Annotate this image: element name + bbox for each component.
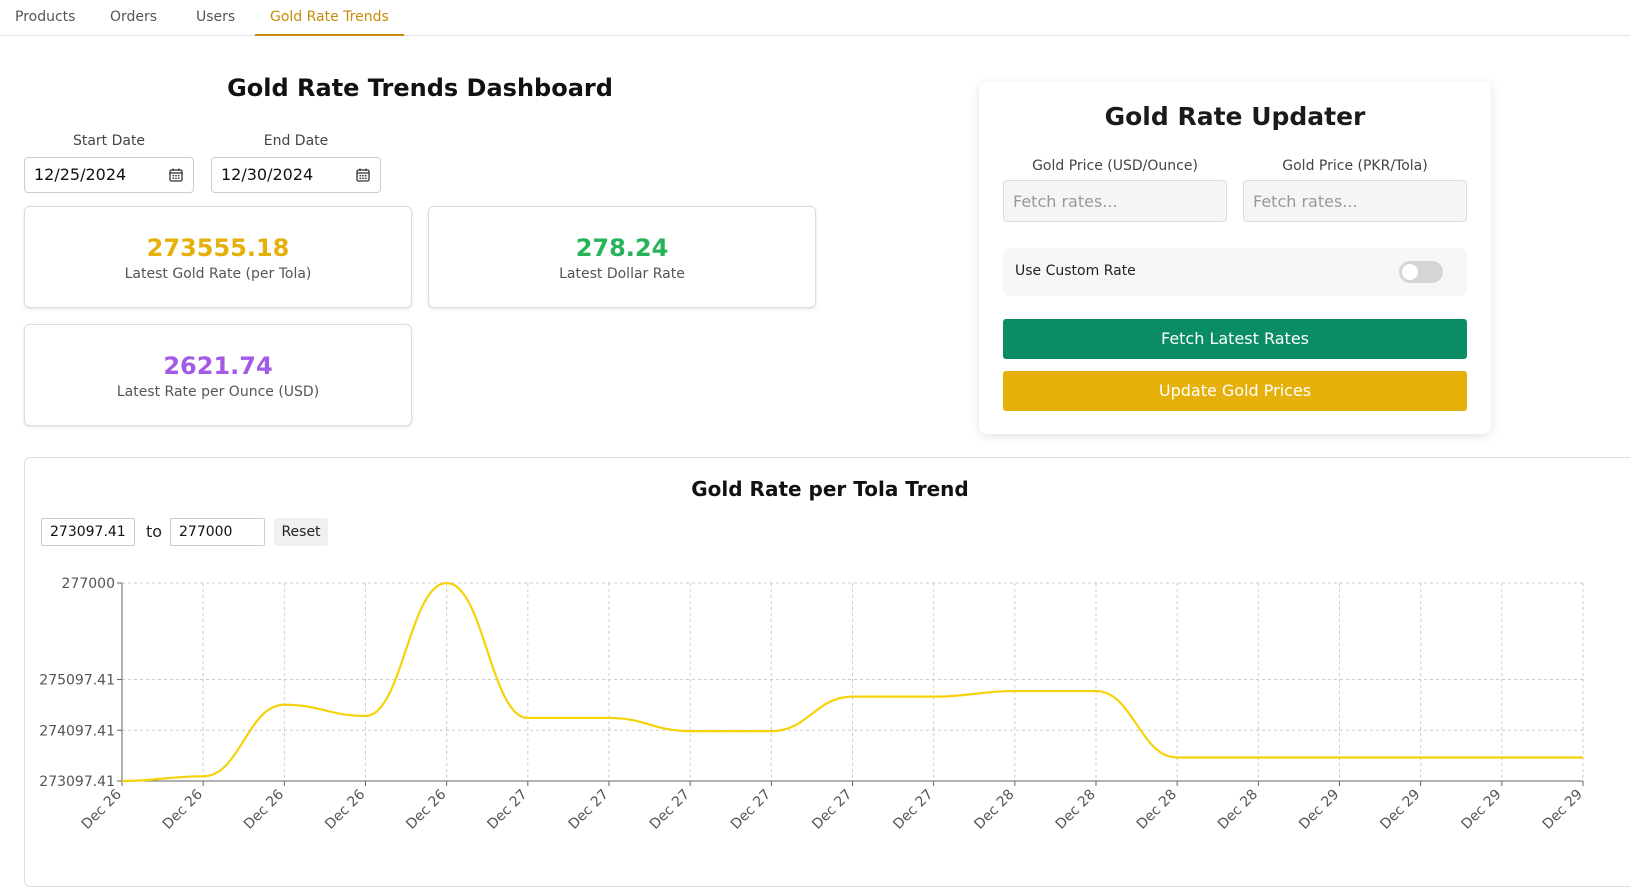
- x-tick-label: Dec 27: [809, 787, 855, 833]
- y-tick-label: 277000: [62, 576, 115, 592]
- line-chart: 273097.41 274097.41 275097.41 277000 Dec 26 D…: [39, 576, 1586, 833]
- stat-value: 2621.74: [163, 352, 273, 380]
- stat-card-ounce-rate: 2621.74 Latest Rate per Ounce (USD): [24, 324, 412, 426]
- y-tick-label: 273097.41: [39, 774, 115, 790]
- tab-products[interactable]: Products: [0, 0, 90, 36]
- fetch-latest-rates-button[interactable]: Fetch Latest Rates: [1003, 319, 1467, 359]
- tab-users[interactable]: Users: [181, 0, 250, 36]
- usd-price-label: Gold Price (USD/Ounce): [1032, 158, 1198, 174]
- tab-gold-rate-trends[interactable]: Gold Rate Trends: [255, 0, 404, 36]
- x-tick-label: Dec 29: [1296, 787, 1342, 833]
- top-nav: Products Orders Users Gold Rate Trends: [0, 0, 1630, 36]
- gold-rate-updater-panel: Gold Rate Updater Gold Price (USD/Ounce)…: [979, 82, 1491, 434]
- stat-card-gold-rate: 273555.18 Latest Gold Rate (per Tola): [24, 206, 412, 308]
- x-tick-label: Dec 28: [1053, 787, 1099, 833]
- custom-rate-row: Use Custom Rate: [1003, 248, 1467, 296]
- pkr-price-label: Gold Price (PKR/Tola): [1282, 158, 1428, 174]
- x-tick-label: Dec 29: [1377, 787, 1423, 833]
- x-tick-label: Dec 27: [728, 787, 774, 833]
- stat-label: Latest Dollar Rate: [559, 266, 685, 282]
- stat-value: 278.24: [575, 234, 669, 262]
- x-tick-label: Dec 28: [971, 787, 1017, 833]
- stat-label: Latest Gold Rate (per Tola): [124, 266, 312, 282]
- x-tick-label: Dec 27: [566, 787, 612, 833]
- x-tick-label: Dec 26: [322, 786, 368, 832]
- calendar-icon[interactable]: [169, 168, 183, 182]
- page-title: Gold Rate Trends Dashboard: [227, 74, 613, 102]
- usd-price-input[interactable]: [1003, 180, 1227, 222]
- start-date-value: 12/25/2024: [34, 165, 127, 184]
- y-tick-label: 274097.41: [39, 723, 115, 739]
- custom-rate-toggle[interactable]: [1399, 261, 1443, 283]
- stat-label: Latest Rate per Ounce (USD): [116, 384, 320, 400]
- x-tick-label: Dec 26: [160, 786, 206, 832]
- x-tick-label: Dec 28: [1215, 787, 1261, 833]
- update-gold-prices-button[interactable]: Update Gold Prices: [1003, 371, 1467, 411]
- x-tick-label: Dec 29: [1540, 787, 1586, 833]
- y-tick-label: 275097.41: [39, 673, 115, 689]
- start-date-label: Start Date: [72, 133, 146, 149]
- stat-card-dollar-rate: 278.24 Latest Dollar Rate: [428, 206, 816, 308]
- end-date-value: 12/30/2024: [221, 165, 314, 184]
- tab-orders[interactable]: Orders: [95, 0, 172, 36]
- x-tick-label: Dec 28: [1134, 787, 1180, 833]
- calendar-icon[interactable]: [356, 168, 370, 182]
- x-tick-label: Dec 27: [890, 787, 936, 833]
- updater-title: Gold Rate Updater: [1104, 102, 1366, 131]
- toggle-knob: [1402, 264, 1418, 280]
- pkr-price-input[interactable]: [1243, 180, 1467, 222]
- end-date-label: End Date: [263, 133, 329, 149]
- x-tick-label: Dec 26: [79, 786, 125, 832]
- x-tick-label: Dec 29: [1458, 787, 1504, 833]
- x-tick-label: Dec 27: [484, 787, 530, 833]
- x-tick-label: Dec 27: [647, 787, 693, 833]
- stat-value: 273555.18: [146, 234, 290, 262]
- chart-panel: Gold Rate per Tola Trend to Reset 273097…: [24, 457, 1630, 887]
- start-date-input[interactable]: 12/25/2024: [24, 157, 194, 193]
- end-date-input[interactable]: 12/30/2024: [211, 157, 381, 193]
- custom-rate-label: Use Custom Rate: [1015, 263, 1136, 279]
- x-tick-label: Dec 26: [403, 786, 449, 832]
- x-tick-label: Dec 26: [241, 786, 287, 832]
